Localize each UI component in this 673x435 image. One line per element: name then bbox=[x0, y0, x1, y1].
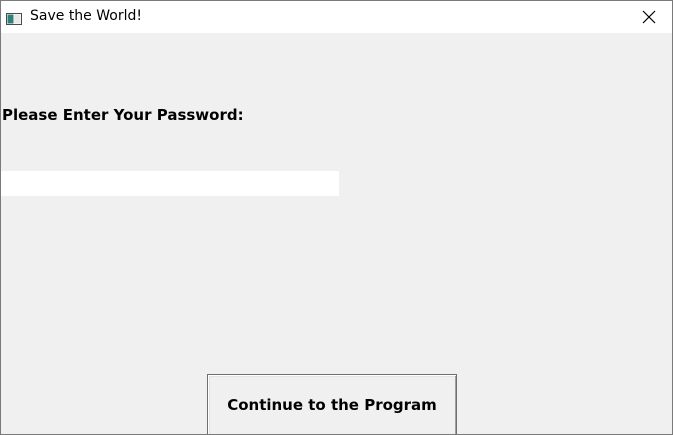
window-title: Save the World! bbox=[30, 8, 142, 24]
app-window-icon bbox=[6, 10, 22, 25]
app-window: Save the World! Please Enter Your Passwo… bbox=[0, 0, 673, 435]
continue-button[interactable]: Continue to the Program bbox=[207, 374, 457, 434]
title-bar[interactable]: Save the World! bbox=[1, 1, 672, 33]
close-button[interactable] bbox=[626, 1, 672, 33]
password-input[interactable] bbox=[1, 171, 339, 196]
close-icon bbox=[642, 10, 656, 24]
password-prompt-label: Please Enter Your Password: bbox=[2, 106, 244, 124]
